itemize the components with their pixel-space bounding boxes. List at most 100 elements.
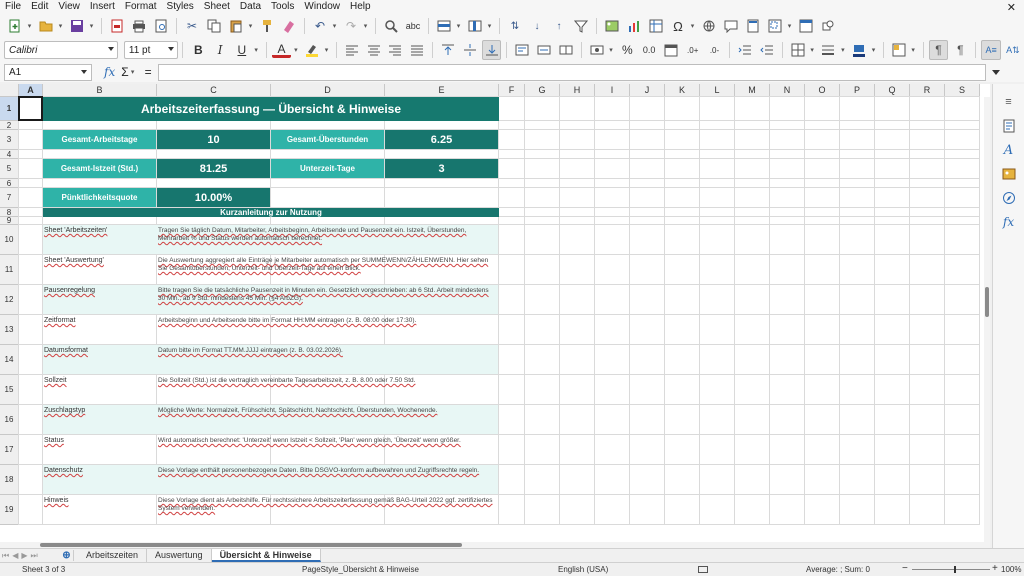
- headers-footers-icon[interactable]: [743, 16, 763, 36]
- border-color-dropdown-icon[interactable]: ▾: [869, 40, 878, 60]
- close-document-icon[interactable]: ✕: [1007, 1, 1024, 14]
- gallery-icon[interactable]: [999, 164, 1019, 184]
- open-folder-icon[interactable]: [36, 16, 56, 36]
- row-header-10[interactable]: 10: [0, 225, 19, 255]
- row-header-19[interactable]: 19: [0, 495, 19, 525]
- row-header-14[interactable]: 14: [0, 345, 19, 375]
- row-header-11[interactable]: 11: [0, 255, 19, 285]
- format-as-number-button[interactable]: 0.0: [639, 40, 659, 60]
- menu-help[interactable]: Help: [345, 0, 376, 14]
- hyperlink-icon[interactable]: [699, 16, 719, 36]
- print-icon[interactable]: [129, 16, 149, 36]
- center-vertically-icon[interactable]: [460, 40, 480, 60]
- decrease-indent-icon[interactable]: [757, 40, 777, 60]
- add-sheet-button[interactable]: ⊕: [60, 550, 74, 561]
- align-left-icon[interactable]: [342, 40, 362, 60]
- format-as-percent-button[interactable]: %: [617, 40, 637, 60]
- comment-icon[interactable]: [721, 16, 741, 36]
- zoom-in-icon[interactable]: +: [992, 563, 998, 574]
- menu-data[interactable]: Data: [235, 0, 266, 14]
- properties-icon[interactable]: [999, 116, 1019, 136]
- font-name-combo[interactable]: Calibri: [4, 41, 118, 59]
- navigator-icon[interactable]: [999, 188, 1019, 208]
- unmerge-icon[interactable]: [556, 40, 576, 60]
- find-replace-icon[interactable]: [381, 16, 401, 36]
- font-color-dropdown-icon[interactable]: ▾: [291, 40, 300, 60]
- highlight-color-icon[interactable]: [302, 40, 322, 60]
- next-sheet-icon[interactable]: ▶: [21, 551, 27, 560]
- zoom-out-icon[interactable]: −: [902, 563, 908, 574]
- name-box[interactable]: A1: [4, 63, 92, 81]
- row-icon[interactable]: [434, 16, 454, 36]
- page-style-status[interactable]: PageStyle_Übersicht & Hinweise: [302, 565, 419, 574]
- font-size-combo[interactable]: 11 pt: [123, 41, 179, 59]
- previous-sheet-icon[interactable]: ◀: [12, 551, 18, 560]
- undo-icon[interactable]: ↶: [310, 16, 330, 36]
- pivot-table-icon[interactable]: [646, 16, 666, 36]
- special-character-icon[interactable]: Ω: [668, 16, 688, 36]
- row-header-7[interactable]: 7: [0, 188, 19, 208]
- sort-ascending-icon[interactable]: ↓: [527, 16, 547, 36]
- underline-button[interactable]: U: [232, 40, 252, 60]
- autofilter-icon[interactable]: [571, 16, 591, 36]
- spelling-icon[interactable]: abc: [403, 16, 423, 36]
- clear-formatting-icon[interactable]: [279, 16, 299, 36]
- functions-icon[interactable]: fx: [999, 212, 1019, 232]
- font-color-button[interactable]: A: [271, 42, 292, 58]
- show-draw-functions-icon[interactable]: [818, 16, 838, 36]
- add-decimal-icon[interactable]: .0+: [683, 40, 703, 60]
- conditional-formatting-icon[interactable]: [889, 40, 909, 60]
- spreadsheet-grid[interactable]: A B C D E F G H I J K L M N O P Q R S 1 2 3 4 5 6 7 8 9 10 11 12 13 14 15…: [0, 84, 990, 542]
- insert-chart-icon[interactable]: [624, 16, 644, 36]
- tab-arbeitszeiten[interactable]: Arbeitszeiten: [78, 549, 148, 562]
- save-dropdown-icon[interactable]: ▾: [87, 16, 96, 36]
- column-icon[interactable]: [465, 16, 485, 36]
- open-dropdown-icon[interactable]: ▾: [56, 16, 65, 36]
- underline-dropdown-icon[interactable]: ▾: [252, 40, 261, 60]
- row-header-17[interactable]: 17: [0, 435, 19, 465]
- chevron-down-icon[interactable]: [81, 69, 87, 74]
- justify-icon[interactable]: [407, 40, 427, 60]
- sum-dropdown-icon[interactable]: ▾: [129, 62, 137, 82]
- new-document-icon[interactable]: [5, 16, 25, 36]
- row-header-3[interactable]: 3: [0, 130, 19, 150]
- expand-formula-bar-icon[interactable]: [991, 69, 1000, 75]
- selection-mode-icon[interactable]: [698, 566, 708, 573]
- merge-center-icon[interactable]: [534, 40, 554, 60]
- column-dropdown-icon[interactable]: ▾: [485, 16, 494, 36]
- selection-summary-status[interactable]: Average: ; Sum: 0: [806, 565, 870, 574]
- sum-icon[interactable]: Σ: [121, 65, 128, 79]
- special-character-dropdown-icon[interactable]: ▾: [688, 16, 697, 36]
- language-status[interactable]: English (USA): [558, 565, 608, 574]
- menu-view[interactable]: View: [53, 0, 85, 14]
- align-right-icon[interactable]: [386, 40, 406, 60]
- delete-decimal-icon[interactable]: .0-: [705, 40, 725, 60]
- text-orientation-horizontal-icon[interactable]: A≡: [981, 40, 1002, 60]
- function-wizard-icon[interactable]: fx: [104, 65, 115, 79]
- row-header-15[interactable]: 15: [0, 375, 19, 405]
- row-header-18[interactable]: 18: [0, 465, 19, 495]
- borders-dropdown-icon[interactable]: ▾: [808, 40, 817, 60]
- bold-button[interactable]: B: [188, 40, 208, 60]
- active-cell-cursor[interactable]: [18, 96, 43, 121]
- menu-styles[interactable]: Styles: [162, 0, 199, 14]
- menu-window[interactable]: Window: [299, 0, 345, 14]
- styles-icon[interactable]: A: [999, 140, 1019, 160]
- redo-dropdown-icon[interactable]: ▾: [361, 16, 370, 36]
- currency-dropdown-icon[interactable]: ▾: [607, 40, 616, 60]
- sort-descending-icon[interactable]: ↑: [549, 16, 569, 36]
- menu-edit[interactable]: Edit: [26, 0, 53, 14]
- increase-indent-icon[interactable]: [735, 40, 755, 60]
- row-header-4[interactable]: 4: [0, 150, 19, 159]
- horizontal-scroll-thumb[interactable]: [40, 543, 462, 547]
- zoom-level[interactable]: 100%: [1001, 565, 1021, 574]
- select-all-corner[interactable]: [0, 84, 19, 97]
- menu-insert[interactable]: Insert: [85, 0, 120, 14]
- chevron-down-icon[interactable]: [168, 47, 175, 51]
- vertical-scroll-thumb[interactable]: [985, 287, 989, 317]
- insert-image-icon[interactable]: [602, 16, 622, 36]
- new-dropdown-icon[interactable]: ▾: [25, 16, 34, 36]
- menu-file[interactable]: File: [0, 0, 26, 14]
- cut-icon[interactable]: ✂: [182, 16, 202, 36]
- align-top-icon[interactable]: [438, 40, 458, 60]
